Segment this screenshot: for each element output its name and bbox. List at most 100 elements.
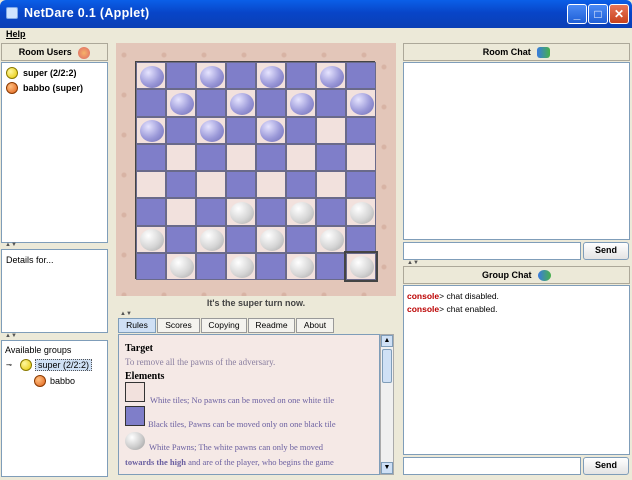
- board-cell[interactable]: [226, 143, 256, 171]
- board-cell[interactable]: [256, 89, 286, 117]
- white-pawn-icon[interactable]: [230, 201, 254, 224]
- board-cell[interactable]: [256, 252, 286, 280]
- menu-help[interactable]: Help: [6, 29, 26, 39]
- board-cell[interactable]: [316, 62, 346, 90]
- dark-pawn-icon[interactable]: [260, 120, 284, 142]
- tab-rules[interactable]: Rules: [118, 318, 156, 333]
- board-cell[interactable]: [346, 143, 376, 171]
- board-cell[interactable]: [316, 225, 346, 253]
- user-item-babbo[interactable]: babbo (super): [23, 83, 83, 93]
- group-chat-input[interactable]: [403, 457, 581, 475]
- board-cell[interactable]: [346, 171, 376, 199]
- board-cell[interactable]: [226, 252, 256, 280]
- board-cell[interactable]: [256, 143, 286, 171]
- board-cell[interactable]: [316, 171, 346, 199]
- white-pawn-icon[interactable]: [260, 229, 284, 251]
- board-cell[interactable]: [286, 198, 316, 226]
- close-button[interactable]: ✕: [609, 4, 629, 24]
- white-pawn-icon[interactable]: [290, 201, 314, 224]
- user-item-super[interactable]: super (2/2:2): [23, 68, 77, 78]
- group-member-babbo[interactable]: babbo: [50, 376, 75, 386]
- board-cell[interactable]: [136, 252, 166, 280]
- board-cell[interactable]: [344, 250, 378, 283]
- board-cell[interactable]: [256, 116, 286, 144]
- group-chat-send-button[interactable]: Send: [583, 457, 629, 475]
- tree-toggle-icon[interactable]: ⊸: [6, 361, 12, 369]
- board-cell[interactable]: [166, 171, 196, 199]
- board-cell[interactable]: [136, 143, 166, 171]
- board-cell[interactable]: [226, 171, 256, 199]
- board-cell[interactable]: [166, 225, 196, 253]
- board-cell[interactable]: [136, 198, 166, 226]
- board-cell[interactable]: [196, 198, 226, 226]
- white-pawn-icon[interactable]: [200, 229, 224, 251]
- white-pawn-icon[interactable]: [350, 256, 374, 279]
- board-cell[interactable]: [286, 116, 316, 144]
- white-pawn-icon[interactable]: [290, 256, 314, 279]
- board-cell[interactable]: [286, 171, 316, 199]
- dark-pawn-icon[interactable]: [320, 65, 344, 88]
- game-board[interactable]: [135, 61, 378, 283]
- board-cell[interactable]: [286, 143, 316, 171]
- board-cell[interactable]: [316, 116, 346, 144]
- room-chat-input[interactable]: [403, 242, 581, 260]
- white-pawn-icon[interactable]: [140, 229, 164, 251]
- board-cell[interactable]: [136, 171, 166, 199]
- board-cell[interactable]: [136, 225, 166, 253]
- minimize-button[interactable]: _: [567, 4, 587, 24]
- board-cell[interactable]: [226, 198, 256, 226]
- board-cell[interactable]: [286, 225, 316, 253]
- dark-pawn-icon[interactable]: [260, 65, 284, 88]
- board-cell[interactable]: [136, 89, 166, 117]
- dark-pawn-icon[interactable]: [200, 120, 224, 142]
- board-cell[interactable]: [226, 89, 256, 117]
- board-cell[interactable]: [226, 116, 256, 144]
- board-cell[interactable]: [196, 171, 226, 199]
- dark-pawn-icon[interactable]: [140, 65, 164, 88]
- board-cell[interactable]: [136, 116, 166, 144]
- white-pawn-icon[interactable]: [320, 229, 344, 251]
- dark-pawn-icon[interactable]: [230, 92, 254, 115]
- tab-about[interactable]: About: [296, 318, 334, 333]
- board-cell[interactable]: [286, 252, 316, 280]
- white-pawn-icon[interactable]: [170, 256, 194, 279]
- board-cell[interactable]: [196, 62, 226, 90]
- board-cell[interactable]: [316, 252, 346, 280]
- board-cell[interactable]: [346, 62, 376, 90]
- dark-pawn-icon[interactable]: [140, 120, 164, 142]
- white-pawn-icon[interactable]: [350, 201, 374, 224]
- dark-pawn-icon[interactable]: [350, 92, 374, 115]
- scroll-down-button[interactable]: ▼: [381, 462, 393, 474]
- maximize-button[interactable]: □: [588, 4, 608, 24]
- board-cell[interactable]: [166, 116, 196, 144]
- board-cell[interactable]: [166, 198, 196, 226]
- board-cell[interactable]: [196, 225, 226, 253]
- group-item-super[interactable]: super (2/2:2): [35, 359, 93, 371]
- board-cell[interactable]: [256, 171, 286, 199]
- board-cell[interactable]: [226, 225, 256, 253]
- board-cell[interactable]: [346, 89, 376, 117]
- dark-pawn-icon[interactable]: [290, 92, 314, 115]
- tab-copying[interactable]: Copying: [201, 318, 247, 333]
- board-cell[interactable]: [166, 143, 196, 171]
- tab-readme[interactable]: Readme: [248, 318, 295, 333]
- board-cell[interactable]: [166, 89, 196, 117]
- board-cell[interactable]: [136, 62, 166, 90]
- board-cell[interactable]: [196, 252, 226, 280]
- dark-pawn-icon[interactable]: [170, 92, 194, 115]
- board-cell[interactable]: [166, 252, 196, 280]
- board-cell[interactable]: [346, 225, 376, 253]
- tab-scores[interactable]: Scores: [157, 318, 200, 333]
- room-chat-send-button[interactable]: Send: [583, 242, 629, 260]
- board-cell[interactable]: [196, 89, 226, 117]
- board-cell[interactable]: [256, 198, 286, 226]
- board-cell[interactable]: [226, 62, 256, 90]
- board-cell[interactable]: [346, 116, 376, 144]
- board-cell[interactable]: [316, 143, 346, 171]
- board-cell[interactable]: [316, 89, 346, 117]
- board-cell[interactable]: [316, 198, 346, 226]
- rules-scrollbar[interactable]: ▲ ▼: [380, 334, 394, 475]
- board-cell[interactable]: [196, 116, 226, 144]
- scroll-up-button[interactable]: ▲: [381, 335, 393, 347]
- white-pawn-icon[interactable]: [230, 256, 254, 279]
